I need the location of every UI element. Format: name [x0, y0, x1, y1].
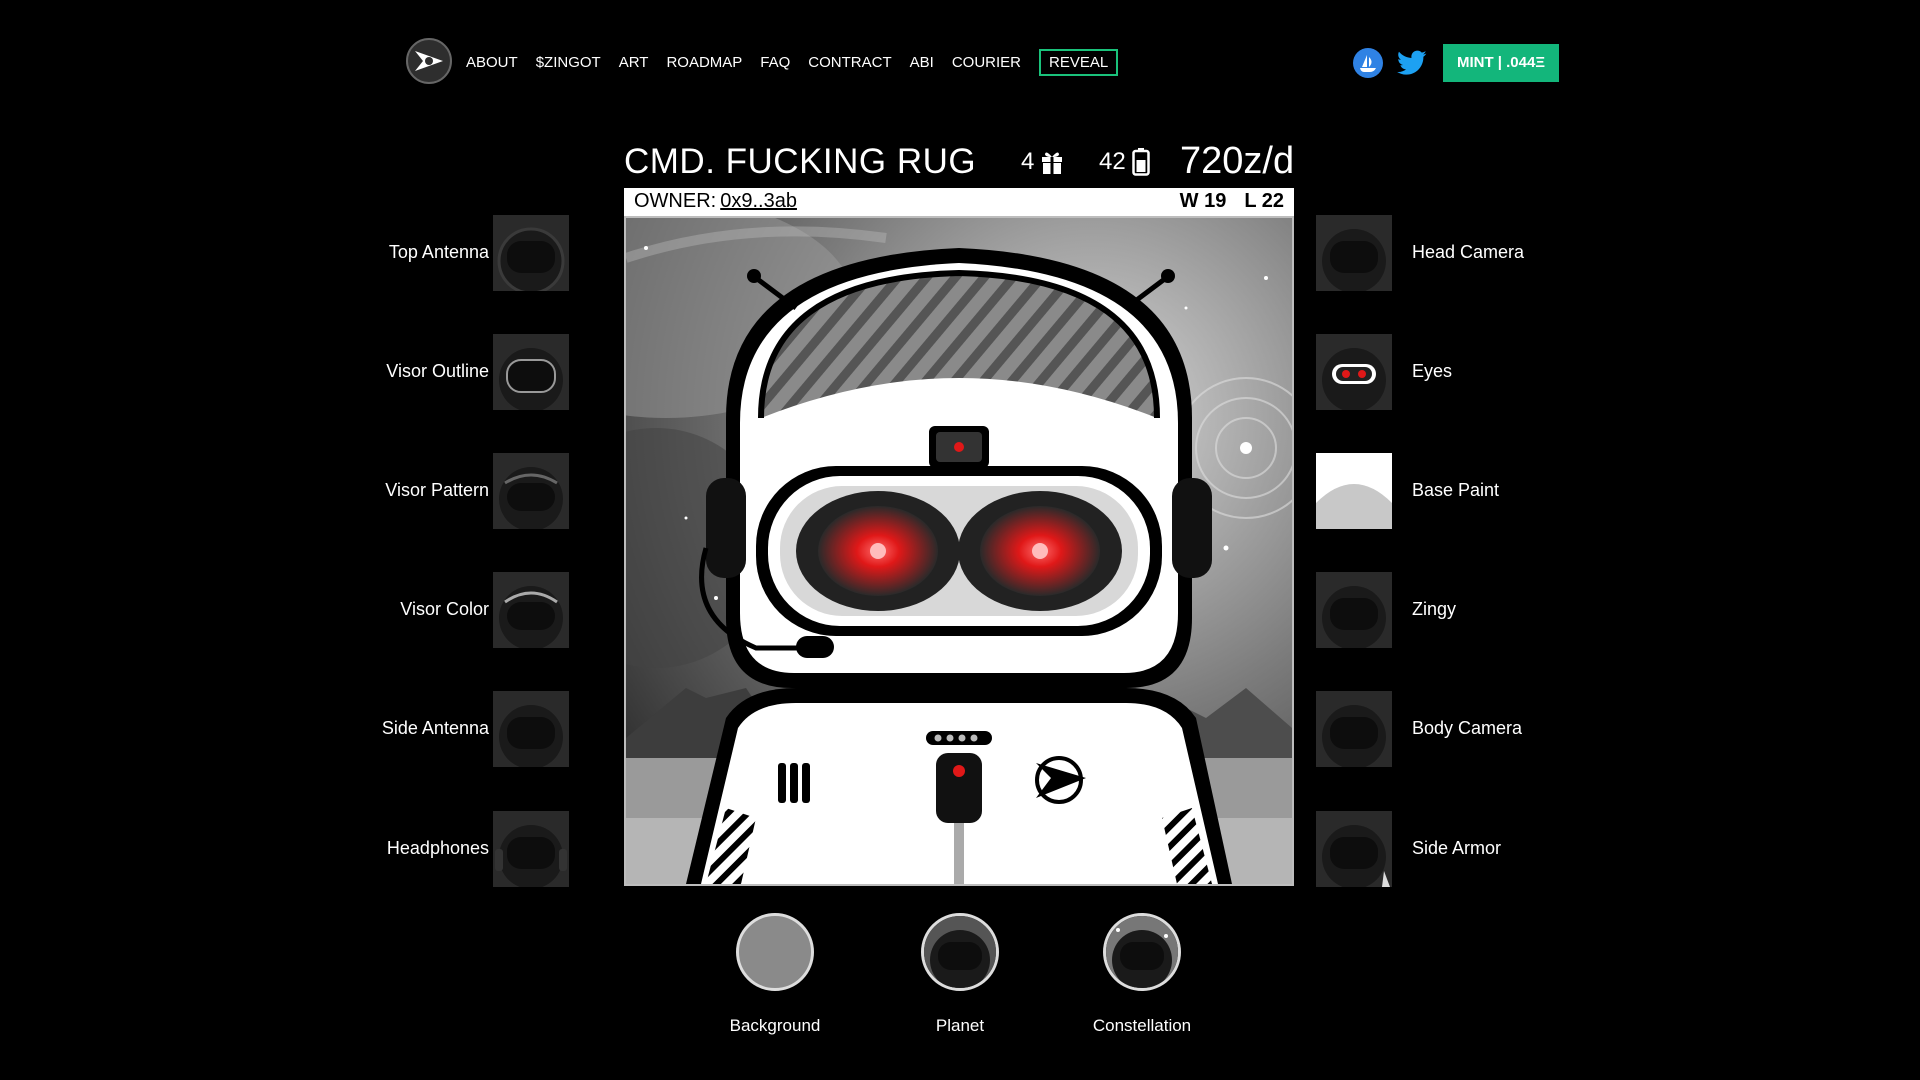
battery-icon	[1131, 148, 1150, 176]
trait-label: Top Antenna	[388, 242, 489, 262]
wins: W 19	[1179, 190, 1227, 212]
background-label: Background	[729, 1016, 821, 1035]
trait-thumbnail	[1316, 811, 1392, 887]
trait-side-antenna[interactable]: Side Antenna	[371, 691, 671, 767]
trait-label: Visor Color	[400, 599, 489, 619]
nav-art[interactable]: ART	[619, 54, 649, 71]
zingot-rate: 720z/d	[1180, 140, 1295, 182]
trait-headphones[interactable]: Headphones	[371, 811, 671, 887]
losses: L 22	[1244, 190, 1284, 212]
trait-side-armor[interactable]: Side Armor	[1316, 811, 1616, 887]
zingy-portrait	[624, 216, 1294, 886]
trait-thumbnail	[1316, 215, 1392, 291]
planet-swatch	[921, 913, 999, 991]
nav-zingot[interactable]: $ZINGOT	[536, 54, 601, 71]
mint-button[interactable]: MINT | .044Ξ	[1442, 44, 1559, 82]
trait-thumbnail	[493, 215, 569, 291]
nav-reveal-button[interactable]: REVEAL	[1038, 49, 1119, 76]
owner-bar: OWNER: 0x9..3ab W 19 L 22	[624, 188, 1294, 216]
background-selector[interactable]: Background	[695, 913, 855, 1036]
nav-contract[interactable]: CONTRACT	[808, 54, 891, 71]
trait-thumbnail	[493, 691, 569, 767]
trait-label: Zingy	[1412, 599, 1457, 619]
battery-value: 42	[1099, 148, 1126, 175]
planet-selector[interactable]: Planet	[880, 913, 1040, 1036]
trait-label: Side Armor	[1412, 838, 1502, 858]
planet-label: Planet	[935, 1016, 985, 1035]
background-swatch	[736, 913, 814, 991]
trait-thumbnail	[493, 334, 569, 410]
main-nav: ABOUT $ZINGOT ART ROADMAP FAQ CONTRACT A…	[466, 49, 1119, 76]
zingy-logo-icon[interactable]	[406, 38, 452, 84]
nav-right: MINT | .044Ξ	[1352, 44, 1559, 82]
trait-body-camera[interactable]: Body Camera	[1316, 691, 1616, 767]
gift-count-value: 4	[1021, 148, 1035, 175]
constellation-swatch	[1103, 913, 1181, 991]
owner-address-link[interactable]: 0x9..3ab	[720, 190, 797, 212]
trait-visor-color[interactable]: Visor Color	[371, 572, 671, 648]
trait-label: Eyes	[1412, 361, 1453, 381]
trait-thumbnail	[493, 572, 569, 648]
gift-count: 4	[1021, 148, 1064, 176]
trait-visor-pattern[interactable]: Visor Pattern	[371, 453, 671, 529]
trait-visor-outline[interactable]: Visor Outline	[371, 334, 671, 410]
nav-roadmap[interactable]: ROADMAP	[666, 54, 742, 71]
trait-eyes[interactable]: Eyes	[1316, 334, 1616, 410]
trait-label: Visor Pattern	[385, 480, 489, 500]
trait-thumbnail	[1316, 334, 1392, 410]
page-title: CMD. FUCKING RUG	[624, 142, 977, 181]
trait-zingy[interactable]: Zingy	[1316, 572, 1616, 648]
nav-faq[interactable]: FAQ	[760, 54, 790, 71]
trait-label: Base Paint	[1412, 480, 1500, 500]
trait-thumbnail	[493, 811, 569, 887]
trait-thumbnail	[493, 453, 569, 529]
nav-courier[interactable]: COURIER	[952, 54, 1021, 71]
trait-top-antenna[interactable]: Top Antenna	[371, 215, 671, 291]
gift-icon	[1042, 152, 1063, 174]
trait-label: Headphones	[386, 838, 489, 858]
trait-label: Visor Outline	[386, 361, 489, 381]
trait-label: Body Camera	[1412, 718, 1523, 738]
constellation-label: Constellation	[1092, 1016, 1192, 1035]
trait-thumbnail	[1316, 453, 1392, 529]
trait-thumbnail	[1316, 572, 1392, 648]
trait-head-camera[interactable]: Head Camera	[1316, 215, 1616, 291]
trait-label: Head Camera	[1412, 242, 1525, 262]
trait-base-paint[interactable]: Base Paint	[1316, 453, 1616, 529]
twitter-icon[interactable]	[1396, 50, 1427, 76]
trait-thumbnail	[1316, 691, 1392, 767]
owner-label: OWNER:	[634, 190, 717, 212]
nav-about[interactable]: ABOUT	[466, 54, 518, 71]
trait-label: Side Antenna	[381, 718, 489, 738]
constellation-selector[interactable]: Constellation	[1062, 913, 1222, 1036]
win-loss-record: W 19 L 22	[1162, 190, 1284, 213]
opensea-icon[interactable]	[1352, 48, 1383, 78]
nav-abi[interactable]: ABI	[910, 54, 934, 71]
battery-level: 42	[1099, 148, 1150, 176]
